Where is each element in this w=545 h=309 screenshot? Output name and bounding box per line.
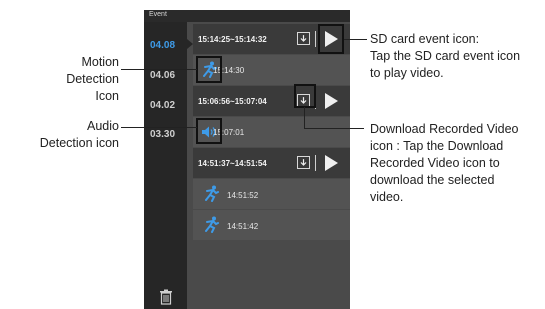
sd-callout: SD card event icon: Tap the SD card even… (370, 31, 520, 82)
date-sidebar: 04.08 04.06 04.02 03.30 (144, 22, 187, 309)
event-row-sd[interactable]: 14:51:37~14:51:54 (193, 148, 350, 178)
event-row-motion[interactable]: 14:51:42 (193, 210, 350, 240)
motion-detection-icon (205, 185, 219, 202)
download-leader-vertical (304, 107, 305, 129)
download-callout-line3: Recorded Video icon to (370, 156, 500, 170)
divider (315, 31, 316, 47)
download-icon-highlight (294, 84, 316, 108)
motion-icon-highlight (196, 56, 222, 83)
audio-icon-highlight (196, 118, 222, 144)
date-item-0402[interactable]: 04.02 (150, 100, 175, 111)
motion-leader-line (121, 69, 197, 70)
sd-callout-line3: to play video. (370, 66, 444, 80)
event-row-motion[interactable]: 14:51:52 (193, 179, 350, 209)
top-bar: Event (144, 10, 350, 22)
download-leader-horizontal (304, 128, 364, 129)
download-callout-line4: download the selected (370, 173, 495, 187)
date-item-0330[interactable]: 03.30 (150, 129, 175, 140)
motion-detection-icon (205, 216, 219, 233)
event-row-sd[interactable]: 15:06:56~15:07:04 (193, 86, 350, 116)
audio-callout-line1: Audio (87, 119, 119, 133)
download-callout-line1: Download Recorded Video (370, 122, 519, 136)
download-callout: Download Recorded Video icon : Tap the D… (370, 121, 518, 206)
motion-callout-line2: Icon (95, 89, 119, 103)
trash-icon[interactable] (159, 289, 173, 305)
sd-callout-line2: Tap the SD card event icon (370, 49, 521, 63)
event-time-range: 15:06:56~15:07:04 (198, 97, 267, 106)
screen-title: Event (149, 11, 167, 18)
event-screen: Event 04.08 04.06 04.02 03.30 15:14:25~1… (144, 10, 350, 309)
download-callout-line2: icon : Tap the Download (370, 139, 504, 153)
motion-callout-line1: Motion Detection (66, 55, 119, 86)
sd-leader-line (344, 39, 367, 40)
event-time: 14:51:42 (227, 222, 259, 231)
divider (315, 155, 316, 171)
audio-callout: Audio Detection icon (28, 118, 119, 152)
sd-callout-line1: SD card event icon: (370, 32, 480, 46)
event-time: 14:51:52 (227, 191, 259, 200)
play-icon[interactable] (325, 155, 338, 171)
download-icon[interactable] (297, 156, 310, 169)
date-item-0406[interactable]: 04.06 (150, 70, 175, 81)
event-time-range: 14:51:37~14:51:54 (198, 159, 267, 168)
audio-leader-line (121, 127, 197, 128)
sd-icon-highlight (318, 24, 344, 54)
play-icon[interactable] (325, 93, 338, 109)
download-callout-line5: video. (370, 190, 404, 204)
download-icon[interactable] (297, 32, 310, 45)
date-item-0408[interactable]: 04.08 (150, 40, 175, 51)
audio-callout-line2: Detection icon (39, 136, 119, 150)
event-time-range: 15:14:25~15:14:32 (198, 35, 267, 44)
motion-callout: Motion Detection Icon (28, 54, 119, 105)
